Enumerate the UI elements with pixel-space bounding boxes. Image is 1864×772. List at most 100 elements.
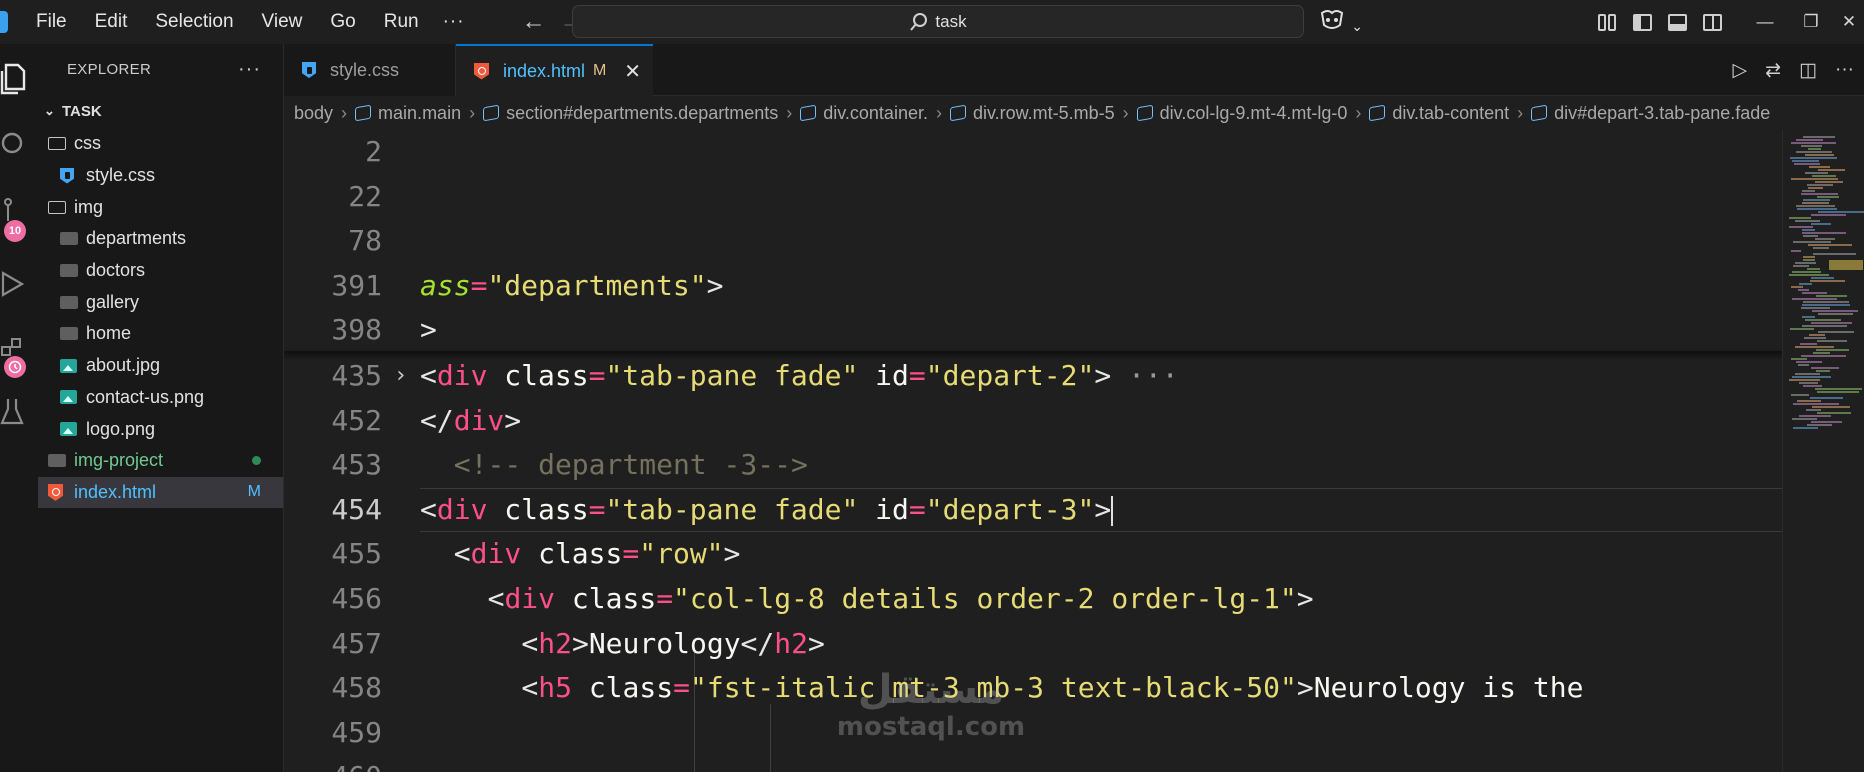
menu-selection[interactable]: Selection <box>141 0 247 44</box>
image-file-icon <box>60 358 86 373</box>
sticky-line[interactable]: 22 <box>284 175 1782 220</box>
minimap-line <box>1792 271 1821 273</box>
breadcrumb-label: div#depart-3.tab-pane.fade <box>1554 102 1771 123</box>
tree-item[interactable]: img-project <box>38 445 283 477</box>
html-file-icon <box>474 62 489 80</box>
workspace-name: TASK <box>62 102 102 120</box>
more-actions-icon[interactable]: ··· <box>1835 59 1854 81</box>
command-center-search[interactable]: task <box>572 5 1304 38</box>
sticky-scroll[interactable]: 2 22 78 391 ass="departments"> 398 > <box>284 130 1782 352</box>
menu-go[interactable]: Go <box>316 0 369 44</box>
minimap[interactable] <box>1782 130 1864 772</box>
line-number: 457 <box>331 626 382 660</box>
tree-item[interactable]: index.html M <box>38 476 283 509</box>
minimap-line <box>1817 391 1859 393</box>
minimap-line <box>1798 289 1809 291</box>
untracked-dot-icon <box>252 452 261 470</box>
file-tree: css style.css img departments doctors gallery… <box>38 128 283 509</box>
menu-edit[interactable]: Edit <box>81 0 142 44</box>
workspace-section-header[interactable]: ⌄ TASK <box>38 94 283 128</box>
tree-item-label: doctors <box>86 260 146 281</box>
tree-item[interactable]: about.jpg <box>38 350 283 382</box>
explorer-more-icon[interactable]: ··· <box>238 58 261 81</box>
split-editor-icon[interactable]: ◫ <box>1799 59 1817 82</box>
search-activity-icon[interactable] <box>0 126 38 162</box>
copilot-button[interactable]: ⌄ <box>1318 9 1363 37</box>
breadcrumb-label: main.main <box>378 102 462 123</box>
modified-indicator: M <box>593 62 607 79</box>
line-number: 456 <box>331 582 382 615</box>
toggle-panel-icon[interactable] <box>1668 13 1687 31</box>
folder-icon <box>48 137 74 151</box>
chevron-right-icon: › <box>1355 102 1362 123</box>
breadcrumb-item[interactable]: section#departments.departments › <box>483 103 800 124</box>
minimap-line <box>1795 220 1820 222</box>
minimap-line <box>1802 229 1815 231</box>
tree-item[interactable]: departments <box>38 223 283 255</box>
code-line[interactable]: 455 <div class="row"> <box>284 532 1782 577</box>
code-line[interactable]: 460 <box>284 755 1782 772</box>
sticky-line[interactable]: 398 > <box>284 308 1782 353</box>
tree-item[interactable]: home <box>38 318 283 350</box>
tab-style-css[interactable]: style.css <box>284 44 456 96</box>
tree-item[interactable]: img <box>38 191 283 223</box>
run-debug-icon[interactable] <box>0 266 38 302</box>
menu-view[interactable]: View <box>248 0 317 44</box>
folder-icon <box>60 264 86 278</box>
breadcrumb-item[interactable]: div.tab-content › <box>1369 103 1531 124</box>
sticky-line[interactable]: 2 <box>284 130 1782 175</box>
breadcrumb-item[interactable]: div.col-lg-9.mt-4.mt-lg-0 › <box>1136 102 1370 124</box>
folder-icon <box>60 327 86 341</box>
customize-layout-icon[interactable] <box>1598 13 1617 31</box>
copilot-icon <box>1320 10 1344 29</box>
tab-index-html[interactable]: index.html M ✕ <box>456 44 653 96</box>
line-number: 455 <box>331 537 382 571</box>
tree-item[interactable]: gallery <box>38 286 283 318</box>
tree-item[interactable]: style.css <box>38 160 283 192</box>
breadcrumb-item[interactable]: body › <box>294 103 355 124</box>
chevron-right-icon: › <box>341 102 348 123</box>
code-line[interactable]: 457 <h2>Neurology</h2> <box>284 622 1782 667</box>
more-menu-icon[interactable]: ··· <box>433 11 475 33</box>
minimize-icon[interactable]: — <box>1742 12 1788 32</box>
code-line[interactable]: 452 </div> <box>284 399 1782 444</box>
tree-item[interactable]: contact-us.png <box>38 382 283 414</box>
minimap-line <box>1808 187 1823 189</box>
code-line[interactable]: 456 <div class="col-lg-8 details order-2 … <box>284 577 1782 622</box>
minimap-line <box>1790 157 1837 159</box>
minimap-line <box>1801 193 1838 195</box>
menu-file[interactable]: File <box>22 0 81 44</box>
open-changes-icon[interactable]: ⇄ <box>1765 59 1781 82</box>
tree-item[interactable]: doctors <box>38 255 283 287</box>
breadcrumb-item[interactable]: div.container. › <box>800 103 950 124</box>
breadcrumb-item[interactable]: div#depart-3.tab-pane.fade <box>1531 103 1770 124</box>
code-line[interactable]: 435 › <div class="tab-pane fade" id="depar… <box>284 354 1782 399</box>
testing-flask-icon[interactable] <box>0 394 38 430</box>
code-line[interactable]: 454 <div class="tab-pane fade" id="depart… <box>284 488 1782 533</box>
minimap-line <box>1803 136 1835 138</box>
sticky-line[interactable]: 391 ass="departments"> <box>284 264 1782 309</box>
minimap-line <box>1801 307 1830 309</box>
minimap-line <box>1803 256 1815 258</box>
tree-item[interactable]: logo.png <box>38 413 283 445</box>
breadcrumb-item[interactable]: div.row.mt-5.mb-5 › <box>949 103 1137 124</box>
tree-item[interactable]: css <box>38 128 283 160</box>
menu-run[interactable]: Run <box>370 0 433 44</box>
minimap-line <box>1791 286 1803 288</box>
run-icon[interactable]: ▷ <box>1733 59 1748 82</box>
back-arrow-icon[interactable]: ← <box>515 8 553 36</box>
close-window-icon[interactable]: ✕ <box>1834 12 1864 32</box>
explorer-activity-icon[interactable] <box>0 60 38 96</box>
sticky-line[interactable]: 78 <box>284 219 1782 264</box>
code-line[interactable]: 453 <!-- department -3--> <box>284 443 1782 488</box>
close-tab-icon[interactable]: ✕ <box>624 59 641 84</box>
restore-icon[interactable]: ❐ <box>1788 12 1834 32</box>
code-text: </div> <box>420 403 522 437</box>
toggle-primary-sidebar-icon[interactable] <box>1633 13 1652 31</box>
breadcrumb-item[interactable]: main.main › <box>355 103 483 124</box>
clock-badge-icon <box>4 356 26 378</box>
minimap-line <box>1813 247 1829 249</box>
toggle-secondary-sidebar-icon[interactable] <box>1703 13 1722 31</box>
git-status-badge: M <box>247 483 261 501</box>
fold-chevron-icon[interactable]: › <box>394 354 407 399</box>
